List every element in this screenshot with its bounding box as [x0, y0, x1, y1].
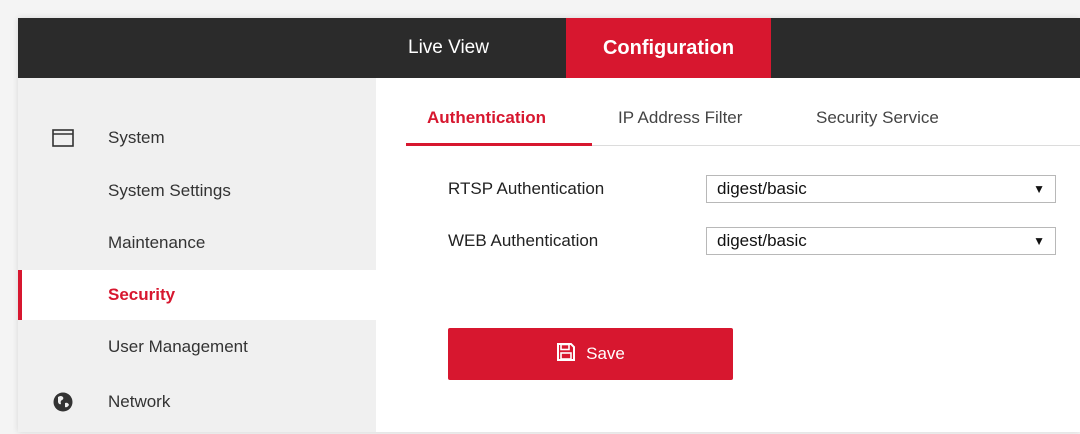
nav-configuration[interactable]: Configuration: [566, 18, 771, 78]
web-authentication-row: WEB Authentication digest/basic ▼: [448, 227, 1056, 255]
top-bar: Live View Configuration: [18, 18, 1080, 78]
top-nav: Live View Configuration: [406, 18, 771, 78]
tab-ip-address-filter[interactable]: IP Address Filter: [618, 98, 742, 146]
sidebar-group-system[interactable]: System: [18, 118, 376, 158]
rtsp-authentication-label: RTSP Authentication: [448, 179, 605, 198]
sidebar-item-user-management[interactable]: User Management: [18, 322, 376, 372]
sidebar: System System Settings Maintenance Secur…: [18, 78, 376, 432]
floppy-disk-icon: [556, 342, 576, 367]
sidebar-item-label: User Management: [108, 337, 248, 356]
monitor-window-icon: [52, 127, 74, 149]
sidebar-group-label: System: [108, 128, 165, 147]
sidebar-item-label: Security: [108, 285, 176, 304]
dropdown-caret-icon: ▼: [1033, 182, 1045, 196]
rtsp-authentication-select[interactable]: digest/basic ▼: [706, 175, 1056, 203]
tab-security-service[interactable]: Security Service: [816, 98, 939, 146]
dropdown-caret-icon: ▼: [1033, 234, 1045, 248]
sidebar-item-security[interactable]: Security: [18, 270, 376, 320]
sidebar-item-maintenance[interactable]: Maintenance: [18, 218, 376, 268]
tab-authentication[interactable]: Authentication: [406, 98, 592, 146]
web-authentication-select[interactable]: digest/basic ▼: [706, 227, 1056, 255]
tab-bar: Authentication IP Address Filter Securit…: [406, 98, 1080, 146]
web-authentication-label: WEB Authentication: [448, 231, 599, 250]
select-value: digest/basic: [717, 179, 807, 198]
rtsp-authentication-row: RTSP Authentication digest/basic ▼: [448, 175, 1056, 203]
save-button-label: Save: [586, 344, 625, 363]
app-frame: Live View Configuration System System Se…: [18, 18, 1080, 432]
sidebar-item-label: System Settings: [108, 181, 231, 200]
nav-live-view[interactable]: Live View: [406, 18, 566, 78]
sidebar-group-network[interactable]: Network: [18, 382, 376, 422]
sidebar-item-system-settings[interactable]: System Settings: [18, 166, 376, 216]
sidebar-item-label: Maintenance: [108, 233, 206, 252]
select-value: digest/basic: [717, 231, 807, 250]
save-button[interactable]: Save: [448, 328, 733, 380]
sidebar-group-label: Network: [108, 392, 171, 411]
globe-icon: [52, 391, 74, 413]
